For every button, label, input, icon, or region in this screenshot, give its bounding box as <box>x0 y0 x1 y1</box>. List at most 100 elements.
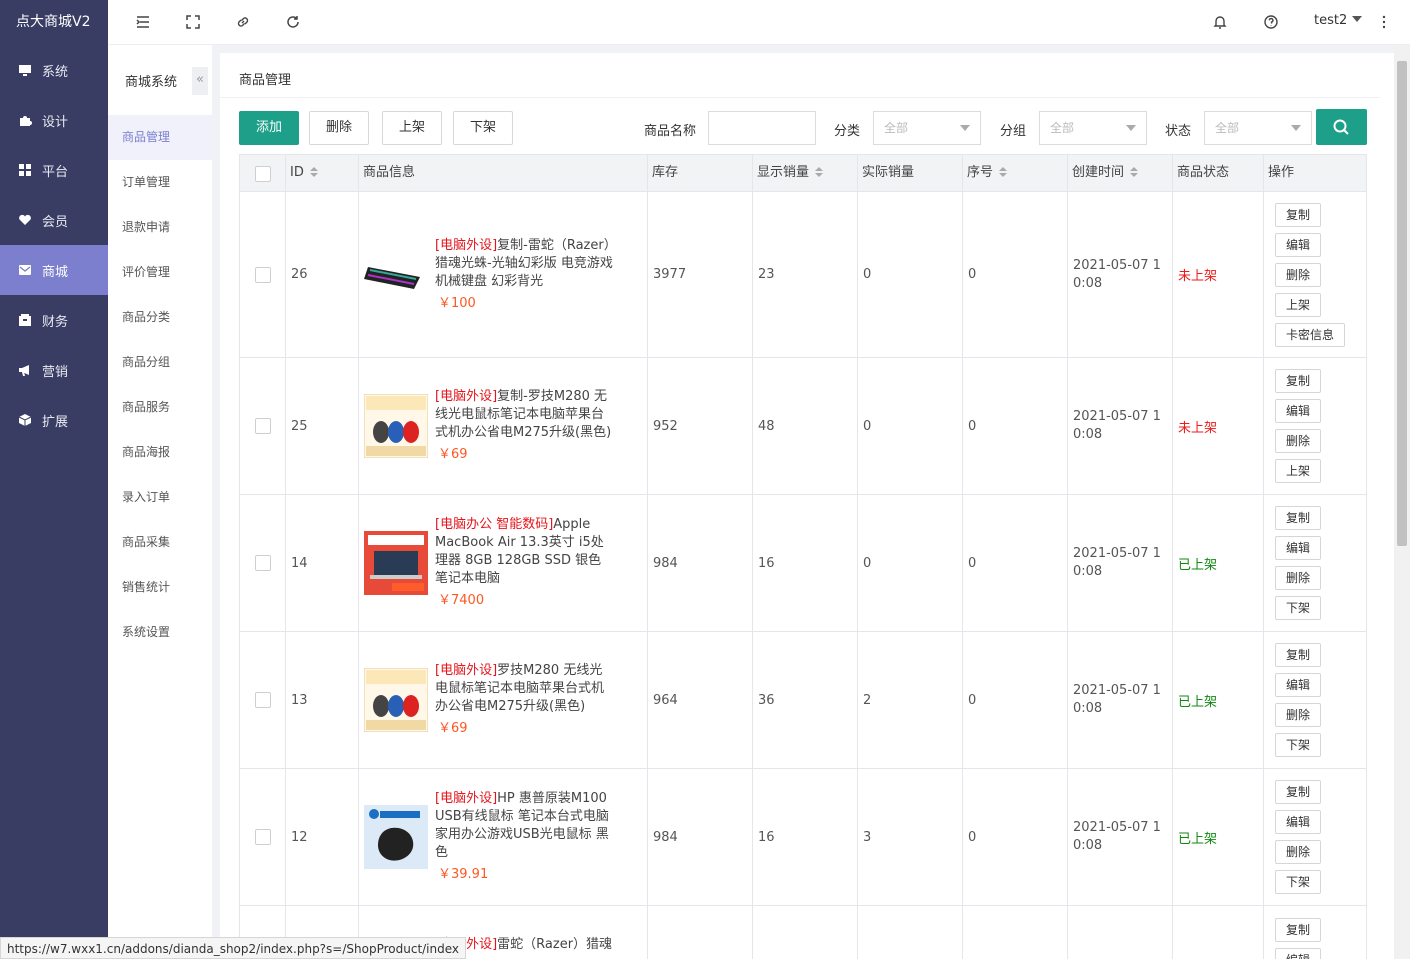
nav-item-1[interactable]: 设计 <box>0 95 108 145</box>
row-action-button[interactable]: 上架 <box>1275 292 1322 317</box>
status-url: https://w7.wxx1.cn/addons/dianda_shop2/i… <box>0 937 467 959</box>
product-thumbnail <box>364 668 428 732</box>
category-select[interactable]: 全部 <box>873 111 981 145</box>
subnav-item-5[interactable]: 商品分组 <box>108 340 212 385</box>
row-action-button[interactable]: 复制 <box>1275 202 1322 227</box>
user-menu[interactable]: test2 <box>1314 13 1363 28</box>
delete-button[interactable]: 删除 <box>309 111 369 145</box>
col-id[interactable]: ID <box>285 155 358 193</box>
col-created[interactable]: 创建时间 <box>1067 155 1172 193</box>
col-id-label: ID <box>290 165 304 180</box>
subnav-item-3[interactable]: 评价管理 <box>108 250 212 295</box>
nav-item-label: 商城 <box>42 264 69 280</box>
wallet-icon <box>19 314 31 326</box>
vertical-scrollbar[interactable] <box>1394 45 1410 959</box>
subnav-item-10[interactable]: 销售统计 <box>108 565 212 610</box>
row-checkbox[interactable] <box>254 692 271 708</box>
status-badge: 未上架 <box>1178 269 1218 284</box>
nav-item-label: 平台 <box>42 164 69 180</box>
menu-toggle-icon[interactable] <box>135 14 151 30</box>
on-shelf-button[interactable]: 上架 <box>382 111 442 145</box>
link-icon[interactable] <box>235 14 251 30</box>
row-action-button[interactable]: 删除 <box>1275 429 1322 453</box>
fullscreen-icon[interactable] <box>185 14 201 30</box>
row-action-button[interactable]: 编辑 <box>1275 536 1322 560</box>
subnav-item-4[interactable]: 商品分类 <box>108 295 212 340</box>
off-shelf-button[interactable]: 下架 <box>453 111 513 145</box>
col-shown-sales[interactable]: 显示销量 <box>752 155 857 193</box>
product-category: [电脑外设] <box>435 237 498 253</box>
subnav-item-2[interactable]: 退款申请 <box>108 205 212 250</box>
scrollbar-thumb[interactable] <box>1397 61 1407 546</box>
row-action-button[interactable]: 下架 <box>1275 870 1322 894</box>
table-row: 12 [电脑外设]HP 惠普原装M100 USB有线鼠标 笔记本台式电脑家用办公游… <box>239 769 1367 906</box>
row-action-button[interactable]: 复制 <box>1275 780 1322 804</box>
more-vertical-icon[interactable] <box>1376 14 1392 30</box>
name-filter-input[interactable] <box>708 111 816 145</box>
nav-item-2[interactable]: 平台 <box>0 145 108 195</box>
subnav-item-6[interactable]: 商品服务 <box>108 385 212 430</box>
help-icon[interactable] <box>1263 14 1279 30</box>
product-text: [电脑外设]复制-雷蛇（Razer）猎魂光蛛-光轴幻彩版 电竞游戏机械键盘 幻彩… <box>435 237 615 313</box>
subnav-item-9[interactable]: 商品采集 <box>108 520 212 565</box>
cell-id: 12 <box>285 769 358 905</box>
row-action-button[interactable]: 编辑 <box>1275 399 1322 423</box>
cell-real-sales: 3 <box>857 769 962 905</box>
row-checkbox[interactable] <box>254 555 271 571</box>
status-badge: 未上架 <box>1178 420 1218 436</box>
row-actions: 复制 编辑 删除 下架 <box>1269 503 1322 623</box>
refresh-icon[interactable] <box>285 14 301 30</box>
row-action-button[interactable]: 删除 <box>1275 703 1322 727</box>
row-action-button[interactable]: 复制 <box>1275 918 1322 942</box>
subnav-item-1[interactable]: 订单管理 <box>108 160 212 205</box>
user-name: test2 <box>1314 13 1348 28</box>
chevron-down-icon <box>1352 16 1363 22</box>
row-checkbox[interactable] <box>254 266 271 283</box>
select-all-checkbox[interactable] <box>254 166 271 182</box>
subnav-item-7[interactable]: 商品海报 <box>108 430 212 475</box>
subnav-item-8[interactable]: 录入订单 <box>108 475 212 520</box>
bell-icon[interactable] <box>1212 14 1228 30</box>
cell-seq: 0 <box>962 495 1067 631</box>
search-button[interactable] <box>1316 109 1367 145</box>
table-row: 26 [电脑外设]复制-雷蛇（Razer）猎魂光蛛-光轴幻彩版 电竞游戏机械键盘 … <box>239 192 1367 358</box>
col-seq[interactable]: 序号 <box>962 155 1067 193</box>
row-action-button[interactable]: 删除 <box>1275 262 1322 287</box>
row-action-button[interactable]: 复制 <box>1275 506 1322 530</box>
row-action-button[interactable]: 下架 <box>1275 733 1322 757</box>
nav-item-0[interactable]: 系统 <box>0 45 108 95</box>
collapse-icon[interactable]: « <box>192 67 208 95</box>
row-checkbox-cell <box>240 358 285 494</box>
status-select[interactable]: 全部 <box>1204 111 1312 145</box>
subnav-item-0[interactable]: 商品管理 <box>108 115 212 160</box>
nav-item-7[interactable]: 扩展 <box>0 395 108 445</box>
row-action-button[interactable]: 复制 <box>1275 643 1322 667</box>
row-action-button[interactable]: 编辑 <box>1275 810 1322 834</box>
cell-id: 26 <box>285 192 358 357</box>
created-time: 2021-05-07 10:08 <box>1073 257 1161 291</box>
row-actions: 复制 编辑 删除 下架 <box>1269 777 1322 897</box>
row-action-button[interactable]: 卡密信息 <box>1275 322 1346 347</box>
row-action-button[interactable]: 删除 <box>1275 566 1322 590</box>
row-action-button[interactable]: 上架 <box>1275 459 1322 483</box>
status-badge: 已上架 <box>1178 557 1218 573</box>
row-action-button[interactable]: 复制 <box>1275 369 1322 393</box>
group-select[interactable]: 全部 <box>1039 111 1147 145</box>
name-filter-label: 商品名称 <box>644 124 697 139</box>
cell-stock: 952 <box>647 358 752 494</box>
row-action-button[interactable]: 删除 <box>1275 840 1322 864</box>
row-checkbox[interactable] <box>254 418 271 434</box>
nav-item-5[interactable]: 财务 <box>0 295 108 345</box>
row-action-button[interactable]: 下架 <box>1275 596 1322 620</box>
nav-item-4[interactable]: 商城 <box>0 245 108 295</box>
nav-item-3[interactable]: 会员 <box>0 195 108 245</box>
row-action-button[interactable]: 编辑 <box>1275 948 1322 959</box>
nav-item-6[interactable]: 营销 <box>0 345 108 395</box>
row-action-button[interactable]: 编辑 <box>1275 673 1322 697</box>
add-button[interactable]: 添加 <box>239 111 299 145</box>
row-action-button[interactable]: 编辑 <box>1275 232 1322 257</box>
row-checkbox[interactable] <box>254 829 271 845</box>
subnav-item-11[interactable]: 系统设置 <box>108 610 212 655</box>
product-price: ￥69 <box>438 721 468 736</box>
cell-real-sales <box>857 906 962 959</box>
